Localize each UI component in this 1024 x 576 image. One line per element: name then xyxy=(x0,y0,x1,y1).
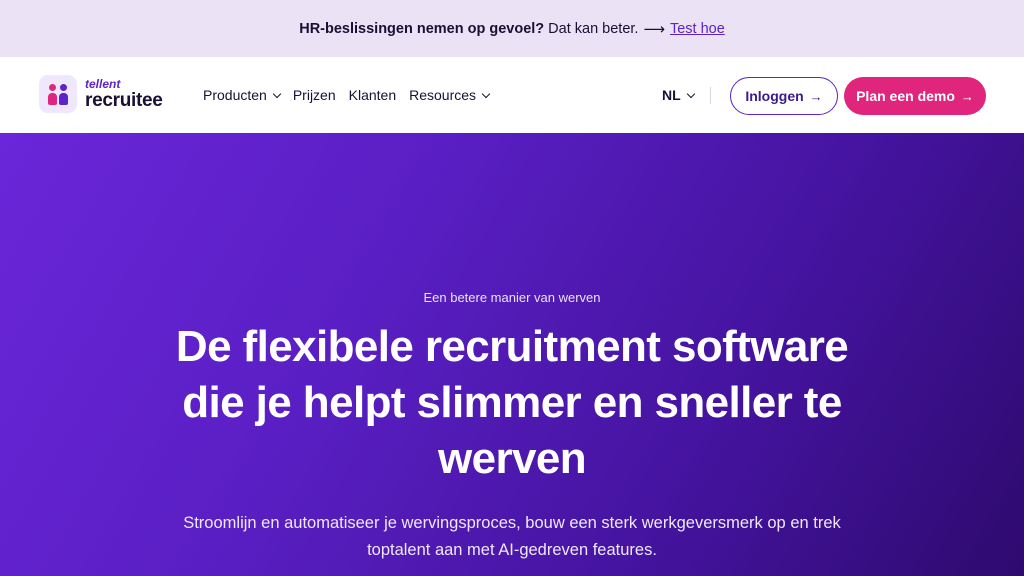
logo-recruitee-text: recruitee xyxy=(85,90,163,111)
login-button-label: Inloggen xyxy=(745,88,804,104)
logo-wordmark: tellent recruitee xyxy=(85,78,163,110)
announcement-bar: HR-beslissingen nemen op gevoel? Dat kan… xyxy=(0,0,1024,57)
nav-item-producten[interactable]: Producten xyxy=(203,87,282,103)
arrow-right-icon: → xyxy=(960,88,974,104)
hero-subtitle: Stroomlijn en automatiseer je wervingspr… xyxy=(183,514,841,559)
recruitee-logo[interactable]: tellent recruitee xyxy=(39,75,163,113)
announcement-bold-text: HR-beslissingen nemen op gevoel? xyxy=(299,20,545,37)
main-navigation: tellent recruitee Producten Prijzen Klan… xyxy=(0,57,1024,133)
chevron-down-icon xyxy=(481,89,491,98)
arrow-right-icon: → xyxy=(809,88,823,104)
arrow-right-icon: ⟶ xyxy=(643,20,665,38)
nav-item-resources[interactable]: Resources xyxy=(409,87,491,103)
test-hoe-link[interactable]: Test hoe xyxy=(670,21,725,37)
nav-item-label: Resources xyxy=(409,87,477,103)
announcement-text: Dat kan beter. xyxy=(548,20,639,37)
hero-eyebrow: Een betere manier van werven xyxy=(423,290,601,305)
hero-title: De flexibele recruitment software die je… xyxy=(175,322,849,483)
chevron-down-icon xyxy=(272,89,282,98)
login-button[interactable]: Inloggen → xyxy=(730,77,838,115)
language-label: NL xyxy=(662,87,681,103)
language-selector[interactable]: NL xyxy=(662,57,695,133)
nav-item-label: Producten xyxy=(203,87,267,103)
hero-section: Een betere manier van werven De flexibel… xyxy=(0,133,1024,576)
nav-item-label: Klanten xyxy=(348,87,397,103)
nav-item-klanten[interactable]: Klanten xyxy=(349,87,396,103)
plan-demo-button-label: Plan een demo xyxy=(856,88,955,104)
logo-icon xyxy=(39,75,77,113)
logo-tellent-text: tellent xyxy=(85,77,121,91)
plan-demo-button[interactable]: Plan een demo → xyxy=(844,77,986,115)
nav-menu: Producten Prijzen Klanten Resources xyxy=(203,57,491,133)
nav-item-label: Prijzen xyxy=(292,87,336,103)
chevron-down-icon xyxy=(686,89,695,98)
nav-divider xyxy=(710,87,711,104)
nav-item-prijzen[interactable]: Prijzen xyxy=(293,87,336,103)
